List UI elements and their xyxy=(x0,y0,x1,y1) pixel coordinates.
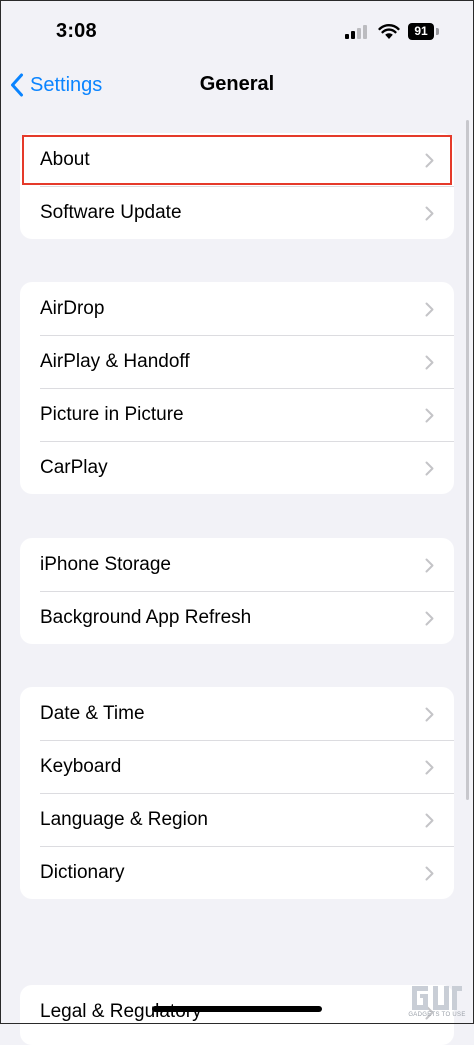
scrollbar[interactable] xyxy=(466,120,469,800)
chevron-right-icon xyxy=(425,866,434,881)
row-label: Software Update xyxy=(40,201,182,223)
settings-row-language-region[interactable]: Language & Region xyxy=(20,793,454,846)
watermark-logo-icon xyxy=(412,986,462,1010)
row-label: Keyboard xyxy=(40,755,122,777)
row-label: Date & Time xyxy=(40,702,145,724)
settings-row-background-app-refresh[interactable]: Background App Refresh xyxy=(20,591,454,644)
chevron-right-icon xyxy=(425,461,434,476)
chevron-right-icon xyxy=(425,760,434,775)
settings-group-connectivity: AirDrop AirPlay & Handoff Picture in Pic… xyxy=(20,282,454,494)
battery-tip xyxy=(436,28,439,35)
chevron-right-icon xyxy=(425,707,434,722)
chevron-right-icon xyxy=(425,813,434,828)
settings-row-airplay-handoff[interactable]: AirPlay & Handoff xyxy=(20,335,454,388)
row-label: Language & Region xyxy=(40,808,208,830)
cellular-signal-icon xyxy=(345,25,371,39)
row-label: AirPlay & Handoff xyxy=(40,350,190,372)
watermark: GADGETS TO USE xyxy=(406,982,468,1022)
battery-icon: 91 xyxy=(408,23,434,40)
chevron-right-icon xyxy=(425,153,434,168)
row-label: Background App Refresh xyxy=(40,606,252,628)
page-title: General xyxy=(199,73,275,95)
home-indicator[interactable] xyxy=(152,1006,322,1012)
row-label: About xyxy=(40,148,90,170)
settings-group-legal: Legal & Regulatory xyxy=(20,985,454,1045)
settings-row-keyboard[interactable]: Keyboard xyxy=(20,740,454,793)
chevron-right-icon xyxy=(425,302,434,317)
settings-row-software-update[interactable]: Software Update xyxy=(20,186,454,239)
settings-row-date-time[interactable]: Date & Time xyxy=(20,687,454,740)
settings-row-iphone-storage[interactable]: iPhone Storage xyxy=(20,538,454,591)
row-label: CarPlay xyxy=(40,456,108,478)
row-label: Dictionary xyxy=(40,861,125,883)
settings-row-carplay[interactable]: CarPlay xyxy=(20,441,454,494)
settings-row-picture-in-picture[interactable]: Picture in Picture xyxy=(20,388,454,441)
chevron-right-icon xyxy=(425,408,434,423)
status-bar: 3:08 91 xyxy=(0,0,474,64)
settings-group-storage: iPhone Storage Background App Refresh xyxy=(20,538,454,644)
chevron-right-icon xyxy=(425,611,434,626)
row-label: iPhone Storage xyxy=(40,553,171,575)
wifi-icon xyxy=(378,24,400,39)
settings-row-about[interactable]: About xyxy=(20,133,454,186)
settings-group-about: About Software Update xyxy=(20,133,454,239)
settings-group-locale: Date & Time Keyboard Language & Region D… xyxy=(20,687,454,899)
status-time: 3:08 xyxy=(56,20,97,42)
chevron-right-icon xyxy=(425,355,434,370)
settings-row-dictionary[interactable]: Dictionary xyxy=(20,846,454,899)
watermark-caption: GADGETS TO USE xyxy=(408,1012,466,1018)
chevron-right-icon xyxy=(425,558,434,573)
chevron-right-icon xyxy=(425,206,434,221)
row-label: AirDrop xyxy=(40,297,105,319)
row-label: Picture in Picture xyxy=(40,403,184,425)
settings-row-airdrop[interactable]: AirDrop xyxy=(20,282,454,335)
